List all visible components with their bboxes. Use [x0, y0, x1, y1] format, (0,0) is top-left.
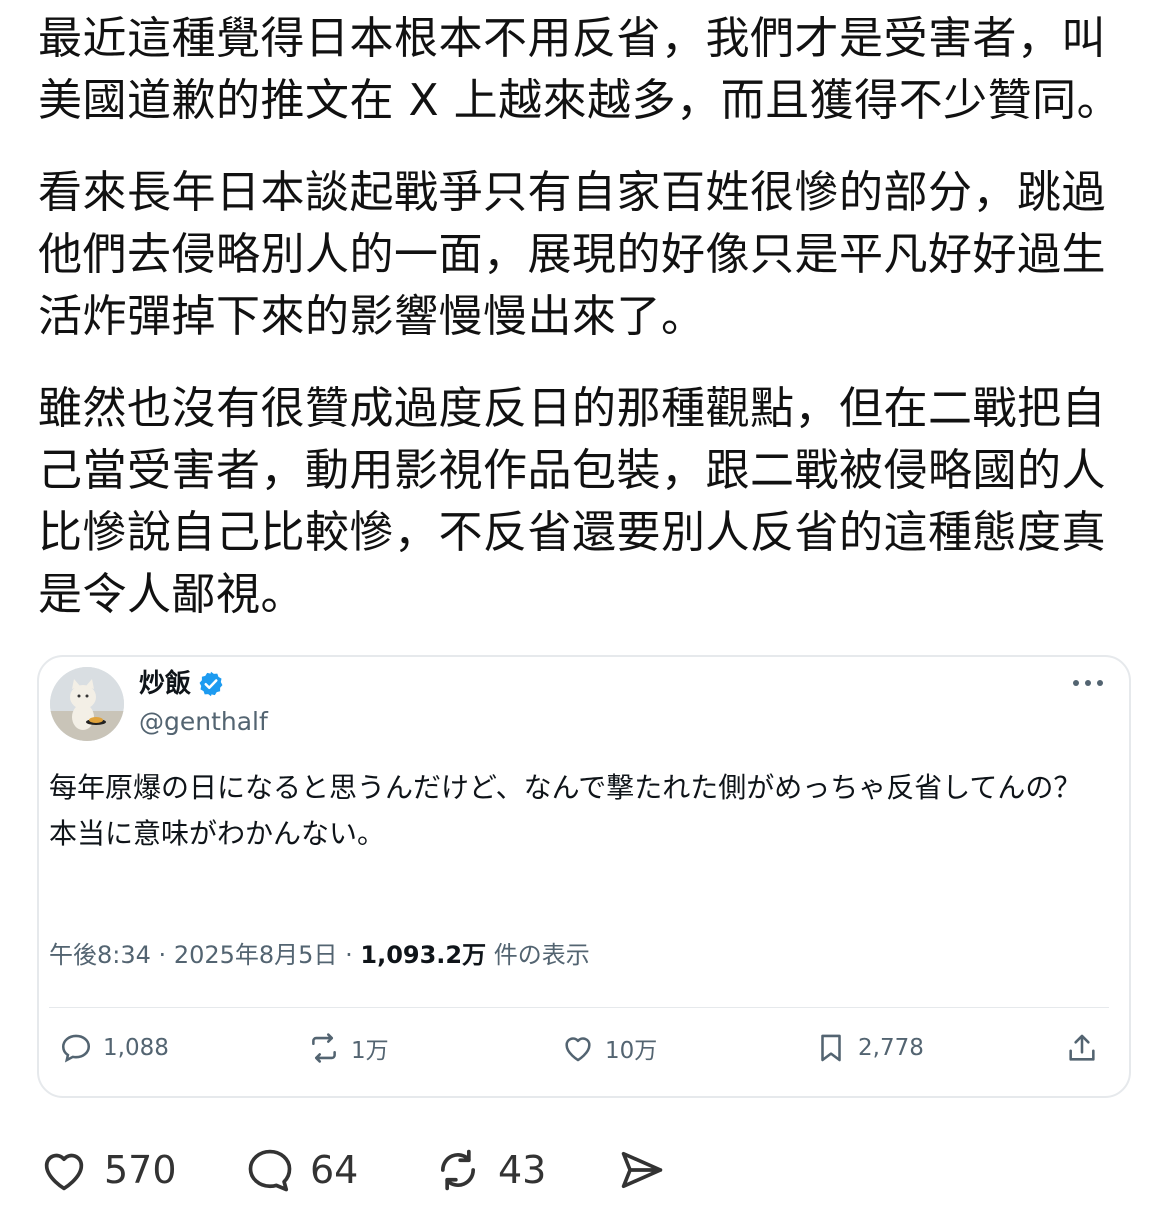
bookmark-button[interactable]: 2,778: [814, 1031, 924, 1065]
tweet-action-bar: 1,088 1万 10万 2,778: [39, 1031, 1129, 1075]
post-paragraph-3: 雖然也沒有很贊成過度反日的那種觀點，但在二戰把自己當受害者，動用影視作品包裝，跟…: [38, 383, 1106, 620]
quoted-tweet-text: 每年原爆の日になると思うんだけど、なんで撃たれた側がめっちゃ反省してんの？ 本当…: [49, 771, 1082, 850]
post-paragraph-1: 最近這種覺得日本根本不用反省，我們才是受害者，叫美國道歉的推文在 X 上越來越多…: [38, 13, 1122, 126]
meta-separator: ·: [158, 941, 167, 969]
repost-button[interactable]: 1万: [307, 1031, 389, 1065]
send-icon: [621, 1151, 663, 1189]
view-count-label: 件の表示: [493, 941, 590, 969]
avatar-image: [50, 667, 124, 741]
bookmark-count: 2,778: [858, 1035, 924, 1061]
author-row: 炒飯: [139, 667, 225, 701]
like-button[interactable]: 10万: [561, 1031, 657, 1065]
reply-count: 1,088: [103, 1035, 169, 1061]
repost-icon: [440, 1149, 476, 1191]
post-repost-count: 43: [498, 1148, 547, 1192]
reply-button[interactable]: 1,088: [59, 1031, 169, 1065]
post-paragraph-2: 看來長年日本談起戰爭只有自家百姓很慘的部分，跳過他們去侵略別人的一面，展現的好像…: [38, 167, 1106, 342]
tweet-date[interactable]: 2025年8月5日: [174, 941, 338, 969]
tweet-meta: 午後8:34 · 2025年8月5日 · 1,093.2万 件の表示: [49, 939, 590, 971]
like-count: 10万: [605, 1038, 658, 1064]
quoted-tweet-card[interactable]: 炒飯 @genthalf 每年原爆の日になると思うんだけど、なんで撃たれた側がめ…: [37, 655, 1131, 1098]
share-button[interactable]: [1065, 1031, 1109, 1065]
post-like-count: 570: [104, 1148, 177, 1192]
author-handle[interactable]: @genthalf: [139, 707, 268, 737]
post-body: 最近這種覺得日本根本不用反省，我們才是受害者，叫美國道歉的推文在 X 上越來越多…: [38, 8, 1128, 656]
comment-icon: [248, 1149, 292, 1192]
post-share-button[interactable]: [616, 1140, 682, 1200]
repost-icon: [312, 1033, 336, 1063]
reply-icon: [61, 1034, 91, 1063]
view-count: 1,093.2万: [360, 941, 487, 969]
bookmark-icon: [821, 1034, 841, 1062]
post-comment-button[interactable]: 64: [244, 1140, 358, 1200]
more-icon[interactable]: [1071, 675, 1105, 689]
author-name[interactable]: 炒飯: [139, 667, 191, 701]
meta-separator: ·: [345, 941, 353, 969]
post-comment-count: 64: [310, 1148, 359, 1192]
verified-badge-icon: [197, 670, 225, 698]
share-icon: [1069, 1034, 1095, 1061]
heart-icon: [44, 1153, 84, 1191]
repost-count: 1万: [351, 1038, 389, 1064]
divider: [49, 1007, 1109, 1008]
tweet-time[interactable]: 午後8:34: [49, 941, 151, 969]
avatar[interactable]: [50, 667, 124, 741]
post-repost-button[interactable]: 43: [432, 1140, 546, 1200]
post-action-bar: 570 64 43: [38, 1140, 738, 1200]
post-like-button[interactable]: 570: [38, 1140, 177, 1200]
heart-icon: [565, 1037, 591, 1062]
